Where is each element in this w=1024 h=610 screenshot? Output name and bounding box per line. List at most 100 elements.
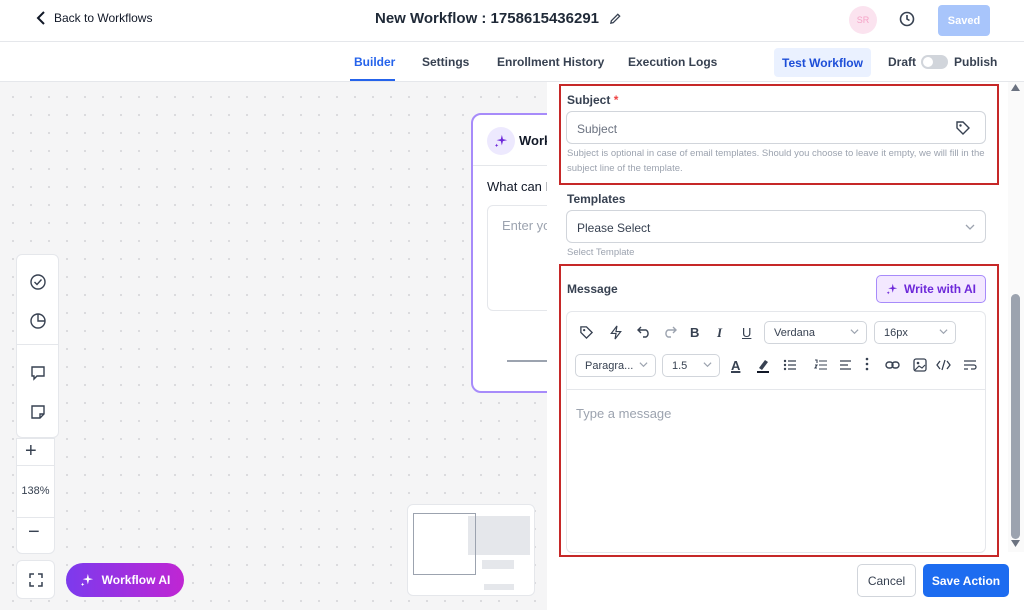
message-placeholder[interactable]: Type a message <box>576 406 671 421</box>
sparkle-icon <box>886 283 898 295</box>
scroll-down-icon[interactable] <box>1011 540 1020 547</box>
required-mark: * <box>613 93 619 107</box>
chevron-down-icon <box>703 362 712 368</box>
cancel-button[interactable]: Cancel <box>857 564 916 597</box>
tab-builder[interactable]: Builder <box>354 55 395 69</box>
ai-card-title: Workflow AI <box>519 133 547 148</box>
lightning-icon[interactable] <box>609 325 623 340</box>
message-label: Message <box>567 282 618 296</box>
back-label: Back to Workflows <box>54 11 153 25</box>
ai-request-placeholder: Enter your request <box>502 218 547 233</box>
zoom-out-button[interactable]: − <box>28 521 40 544</box>
subject-label-text: Subject <box>567 93 611 107</box>
templates-selected-value: Please Select <box>577 221 651 235</box>
image-icon[interactable] <box>913 358 927 372</box>
save-action-button[interactable]: Save Action <box>923 564 1009 597</box>
subject-input[interactable]: Subject <box>566 111 986 144</box>
templates-select[interactable]: Please Select <box>566 210 986 243</box>
write-with-ai-button[interactable]: Write with AI <box>876 275 986 303</box>
templates-label: Templates <box>567 192 626 206</box>
test-workflow-button[interactable]: Test Workflow <box>774 48 871 77</box>
tab-execution-logs[interactable]: Execution Logs <box>628 55 717 69</box>
scrollbar-thumb[interactable] <box>1011 294 1020 539</box>
link-icon[interactable] <box>885 359 900 371</box>
font-family-select[interactable]: Verdana <box>764 321 867 344</box>
subject-placeholder: Subject <box>577 122 618 136</box>
zoom-level: 138% <box>21 485 50 497</box>
tag-icon[interactable] <box>955 120 971 136</box>
block-format-value: Paragra... <box>585 359 634 372</box>
chevron-left-icon <box>36 11 45 25</box>
sparkle-icon <box>80 573 93 587</box>
zoom-divider <box>17 517 54 518</box>
editor-toolbar-row-2: Paragra... 1.5 A <box>567 349 985 390</box>
tab-settings[interactable]: Settings <box>422 55 469 69</box>
minimap-node <box>468 516 530 555</box>
font-size-value: 16px <box>884 326 908 339</box>
zoom-in-button[interactable]: + <box>25 440 37 463</box>
fit-view-button[interactable] <box>16 560 55 599</box>
font-size-select[interactable]: 16px <box>874 321 956 344</box>
ai-card-question: What can I help you with? <box>487 179 547 194</box>
scroll-up-icon[interactable] <box>1011 84 1020 91</box>
line-height-select[interactable]: 1.5 <box>662 354 720 377</box>
subject-help-text: Subject is optional in case of email tem… <box>567 148 985 174</box>
avatar[interactable]: SR <box>849 6 877 34</box>
workflow-ai-card: Workflow AI What can I help you with? En… <box>471 113 547 393</box>
sticky-note-icon[interactable] <box>29 403 47 421</box>
publish-toggle[interactable] <box>921 55 948 69</box>
pie-chart-icon[interactable] <box>29 312 47 330</box>
minimap[interactable] <box>407 504 535 596</box>
chevron-down-icon <box>850 329 859 335</box>
panel-scrollbar[interactable] <box>1008 82 1024 552</box>
undo-icon[interactable] <box>637 326 651 338</box>
toggle-knob <box>923 57 933 67</box>
text-color-button[interactable]: A <box>731 358 740 373</box>
italic-button[interactable]: I <box>717 325 722 341</box>
chevron-down-icon <box>965 224 975 230</box>
action-panel: Subject * Subject Subject is optional in… <box>547 82 1024 610</box>
more-options-icon[interactable] <box>865 357 869 371</box>
highlighter-icon[interactable] <box>756 358 770 373</box>
history-icon[interactable] <box>898 10 916 28</box>
chevron-down-icon <box>639 362 648 368</box>
workflow-title-text: New Workflow : 1758615436291 <box>375 10 600 27</box>
back-to-workflows-link[interactable]: Back to Workflows <box>36 11 152 25</box>
write-with-ai-label: Write with AI <box>904 282 976 296</box>
underline-button[interactable]: U <box>742 325 751 340</box>
chevron-down-icon <box>939 329 948 335</box>
divider <box>473 165 547 166</box>
connector-line <box>507 360 547 362</box>
expand-icon <box>28 572 43 587</box>
top-bar: Back to Workflows New Workflow : 1758615… <box>0 0 1024 42</box>
workflow-ai-button[interactable]: Workflow AI <box>66 563 184 597</box>
minimap-viewport[interactable] <box>413 513 476 575</box>
font-family-value: Verdana <box>774 326 815 339</box>
numbered-list-icon[interactable] <box>814 359 828 371</box>
tab-enrollment-history[interactable]: Enrollment History <box>497 55 604 69</box>
check-circle-icon[interactable] <box>29 273 47 291</box>
code-icon[interactable] <box>936 359 951 371</box>
tag-icon[interactable] <box>579 325 594 340</box>
block-format-select[interactable]: Paragra... <box>575 354 656 377</box>
ai-request-input[interactable]: Enter your request <box>487 205 547 311</box>
workflow-ai-label: Workflow AI <box>101 573 171 587</box>
comment-icon[interactable] <box>29 364 47 382</box>
text-wrap-icon[interactable] <box>963 359 977 371</box>
bullet-list-icon[interactable] <box>783 359 797 371</box>
subject-label: Subject * <box>567 93 618 107</box>
active-tab-indicator <box>350 79 395 81</box>
align-icon[interactable] <box>839 359 852 371</box>
redo-icon[interactable] <box>663 326 677 338</box>
zoom-controls: + 138% − <box>16 438 55 554</box>
draft-label: Draft <box>888 55 917 69</box>
zoom-divider <box>17 465 54 466</box>
editor-toolbar-row-1: B I U Verdana 16px <box>567 314 985 348</box>
publish-label: Publish <box>954 55 998 69</box>
bold-button[interactable]: B <box>690 325 699 340</box>
saved-button[interactable]: Saved <box>938 5 990 36</box>
workflow-title: New Workflow : 1758615436291 <box>375 10 622 27</box>
minimap-node <box>482 560 514 569</box>
pencil-icon[interactable] <box>609 12 622 25</box>
toolbar-divider <box>17 344 58 345</box>
